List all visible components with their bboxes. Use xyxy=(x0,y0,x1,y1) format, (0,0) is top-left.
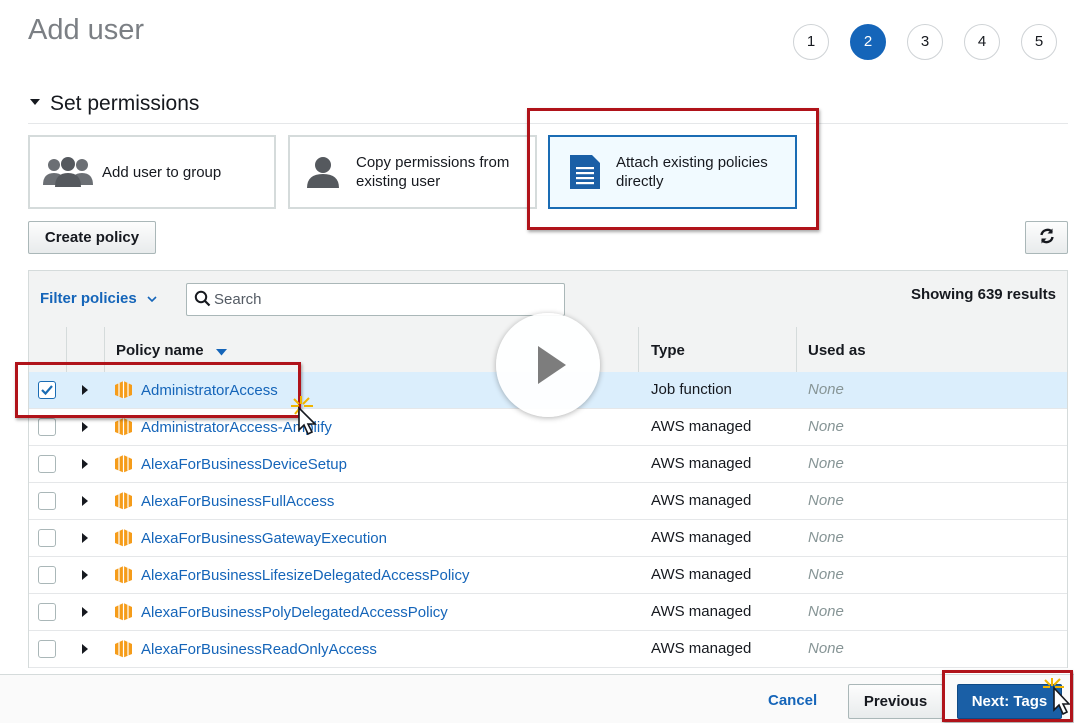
page-title: Add user xyxy=(28,14,145,46)
expand-row-icon[interactable] xyxy=(82,570,88,580)
search-icon xyxy=(194,290,211,312)
policy-type: AWS managed xyxy=(651,640,752,657)
policy-used-as: None xyxy=(808,603,844,620)
divider xyxy=(796,327,797,372)
section-set-permissions[interactable]: Set permissions xyxy=(30,92,199,116)
cursor-click-icon xyxy=(1040,676,1071,723)
search-input[interactable] xyxy=(214,285,554,313)
policy-type: AWS managed xyxy=(651,418,752,435)
option-label: Add user to group xyxy=(102,163,222,181)
option-copy-permissions[interactable]: Copy permissions from existing user xyxy=(288,135,537,209)
option-label: Copy permissions from existing user xyxy=(356,154,510,190)
step-1[interactable]: 1 xyxy=(793,24,829,60)
refresh-icon xyxy=(1038,227,1056,249)
policy-type: Job function xyxy=(651,381,732,398)
policy-used-as: None xyxy=(808,455,844,472)
row-checkbox[interactable] xyxy=(38,418,56,436)
policy-name-link[interactable]: AlexaForBusinessReadOnlyAccess xyxy=(141,641,377,658)
divider xyxy=(638,327,639,372)
results-count: Showing 639 results xyxy=(910,286,1056,303)
policy-type: AWS managed xyxy=(651,529,752,546)
policy-used-as: None xyxy=(808,381,844,398)
expand-row-icon[interactable] xyxy=(82,422,88,432)
policy-icon xyxy=(114,528,133,552)
column-label: Policy name xyxy=(116,342,204,359)
policy-name-link[interactable]: AlexaForBusinessDeviceSetup xyxy=(141,456,347,473)
policy-used-as: None xyxy=(808,529,844,546)
highlight-box xyxy=(15,362,301,418)
refresh-button[interactable] xyxy=(1025,221,1068,254)
policy-icon xyxy=(114,491,133,515)
caret-down-icon xyxy=(30,99,40,106)
expand-row-icon[interactable] xyxy=(82,459,88,469)
cursor-click-icon xyxy=(287,394,321,441)
policy-type: AWS managed xyxy=(651,455,752,472)
row-checkbox[interactable] xyxy=(38,566,56,584)
highlight-box xyxy=(527,108,819,230)
cancel-button[interactable]: Cancel xyxy=(768,692,817,709)
policy-name-link[interactable]: AlexaForBusinessLifesizeDelegatedAccessP… xyxy=(141,567,470,584)
sort-desc-icon xyxy=(215,343,227,360)
row-checkbox[interactable] xyxy=(38,455,56,473)
play-video-button[interactable] xyxy=(496,313,600,417)
policy-used-as: None xyxy=(808,566,844,583)
expand-row-icon[interactable] xyxy=(82,644,88,654)
policy-name-link[interactable]: AlexaForBusinessGatewayExecution xyxy=(141,530,387,547)
row-checkbox[interactable] xyxy=(38,603,56,621)
option-add-user-to-group[interactable]: Add user to group xyxy=(28,135,276,209)
policy-used-as: None xyxy=(808,640,844,657)
column-type[interactable]: Type xyxy=(651,342,685,359)
policy-icon xyxy=(114,417,133,441)
expand-row-icon[interactable] xyxy=(82,496,88,506)
expand-row-icon[interactable] xyxy=(82,607,88,617)
filter-policies-dropdown[interactable]: Filter policies xyxy=(40,290,157,307)
step-4[interactable]: 4 xyxy=(964,24,1000,60)
create-policy-button[interactable]: Create policy xyxy=(28,221,156,254)
step-3[interactable]: 3 xyxy=(907,24,943,60)
row-checkbox[interactable] xyxy=(38,640,56,658)
row-checkbox[interactable] xyxy=(38,529,56,547)
column-used-as[interactable]: Used as xyxy=(808,342,866,359)
policy-used-as: None xyxy=(808,492,844,509)
filter-label: Filter policies xyxy=(40,290,137,307)
section-title: Set permissions xyxy=(50,92,200,115)
expand-row-icon[interactable] xyxy=(82,533,88,543)
policy-name-link[interactable]: AlexaForBusinessFullAccess xyxy=(141,493,334,510)
user-icon xyxy=(306,155,340,189)
previous-button[interactable]: Previous xyxy=(848,684,943,719)
policy-icon xyxy=(114,639,133,663)
step-2[interactable]: 2 xyxy=(850,24,886,60)
policy-type: AWS managed xyxy=(651,603,752,620)
policy-used-as: None xyxy=(808,418,844,435)
policy-type: AWS managed xyxy=(651,566,752,583)
policy-name-link[interactable]: AlexaForBusinessPolyDelegatedAccessPolic… xyxy=(141,604,448,621)
row-checkbox[interactable] xyxy=(38,492,56,510)
chevron-down-icon xyxy=(147,290,157,307)
policy-icon xyxy=(114,602,133,626)
policy-icon xyxy=(114,454,133,478)
column-policy-name[interactable]: Policy name xyxy=(116,342,227,360)
policy-type: AWS managed xyxy=(651,492,752,509)
step-5[interactable]: 5 xyxy=(1021,24,1057,60)
group-icon xyxy=(42,155,94,189)
play-icon xyxy=(536,344,568,391)
policy-icon xyxy=(114,565,133,589)
